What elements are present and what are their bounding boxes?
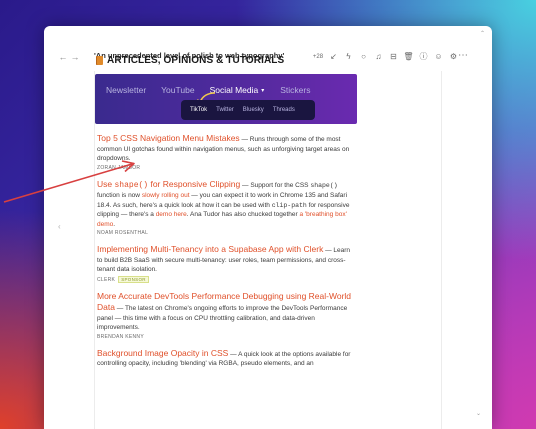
- trash-icon[interactable]: 🗑: [403, 52, 414, 62]
- sponsor-badge: SPONSOR: [118, 275, 149, 283]
- tab-stickers[interactable]: Stickers: [280, 85, 310, 95]
- bell-icon[interactable]: ♫: [373, 52, 384, 62]
- article-title-link[interactable]: Implementing Multi-Tenancy into a Supaba…: [97, 244, 323, 254]
- resize-handle-icon[interactable]: ⌃: [480, 30, 485, 37]
- more-options-icon[interactable]: ⋯: [458, 50, 469, 61]
- back-arrow-icon[interactable]: ←: [58, 52, 68, 62]
- inbox-icon[interactable]: ⊟: [388, 52, 399, 62]
- article-title-link[interactable]: Background Image Opacity in CSS: [97, 348, 228, 358]
- forward-arrow-icon[interactable]: →: [70, 52, 80, 62]
- article-description: — The latest on Chrome's ongoing efforts…: [97, 305, 348, 331]
- emoji-icon[interactable]: ☺: [433, 52, 444, 62]
- social-sub-tabs: TikTok Twitter Bluesky Threads: [181, 100, 315, 120]
- article-author: NOAM ROSENTHAL: [97, 230, 149, 236]
- info-icon[interactable]: ⓘ: [418, 52, 429, 62]
- list-item: Top 5 CSS Navigation Menu Mistakes — Run…: [97, 133, 355, 171]
- list-item: Use shape() for Responsive Clipping — Su…: [97, 179, 355, 237]
- article-title-link[interactable]: Top 5 CSS Navigation Menu Mistakes: [97, 133, 240, 143]
- collapse-icon[interactable]: ↙: [328, 52, 339, 62]
- article-title-link[interactable]: Use shape() for Responsive Clipping: [97, 179, 240, 190]
- circle-icon[interactable]: ○: [358, 52, 369, 62]
- bolt-icon[interactable]: ϟ: [343, 52, 354, 62]
- list-item: Background Image Opacity in CSS — A quic…: [97, 348, 355, 369]
- tab-bluesky[interactable]: Bluesky: [243, 107, 264, 113]
- social-media-banner[interactable]: Newsletter YouTube Social Media ▾ Sticke…: [95, 74, 357, 124]
- tab-newsletter[interactable]: Newsletter: [106, 85, 146, 95]
- article-author: BRENDAN KENNY: [97, 333, 144, 340]
- tab-youtube[interactable]: YouTube: [161, 85, 194, 95]
- collapse-arrow-icon[interactable]: ‹: [58, 222, 61, 231]
- book-icon: [96, 56, 103, 65]
- navigation-arrows: ← →: [58, 52, 80, 62]
- article-author: ZORAN JAMBOR: [97, 164, 141, 171]
- list-item: More Accurate DevTools Performance Debug…: [97, 291, 355, 340]
- count-badge[interactable]: +28: [312, 52, 324, 62]
- tab-twitter[interactable]: Twitter: [216, 107, 234, 113]
- chevron-down-icon: ▾: [261, 87, 265, 94]
- tab-tiktok[interactable]: TikTok: [190, 107, 207, 113]
- inline-link[interactable]: slowly rolling out: [142, 192, 190, 199]
- toolbar-icons: +28 ↙ ϟ ○ ♫ ⊟ 🗑 ⓘ ☺ ⚙: [312, 52, 459, 62]
- article-list: Top 5 CSS Navigation Menu Mistakes — Run…: [97, 133, 355, 377]
- section-title: ARTICLES, OPINIONS & TUTORIALS: [107, 55, 285, 66]
- section-header: ARTICLES, OPINIONS & TUTORIALS: [96, 55, 284, 66]
- inline-link[interactable]: demo here: [156, 211, 187, 218]
- list-item: Implementing Multi-Tenancy into a Supaba…: [97, 244, 355, 283]
- article-author: CLERK SPONSOR: [97, 275, 355, 283]
- scroll-indicator-icon[interactable]: ⌄: [476, 410, 481, 417]
- tab-threads[interactable]: Threads: [273, 107, 295, 113]
